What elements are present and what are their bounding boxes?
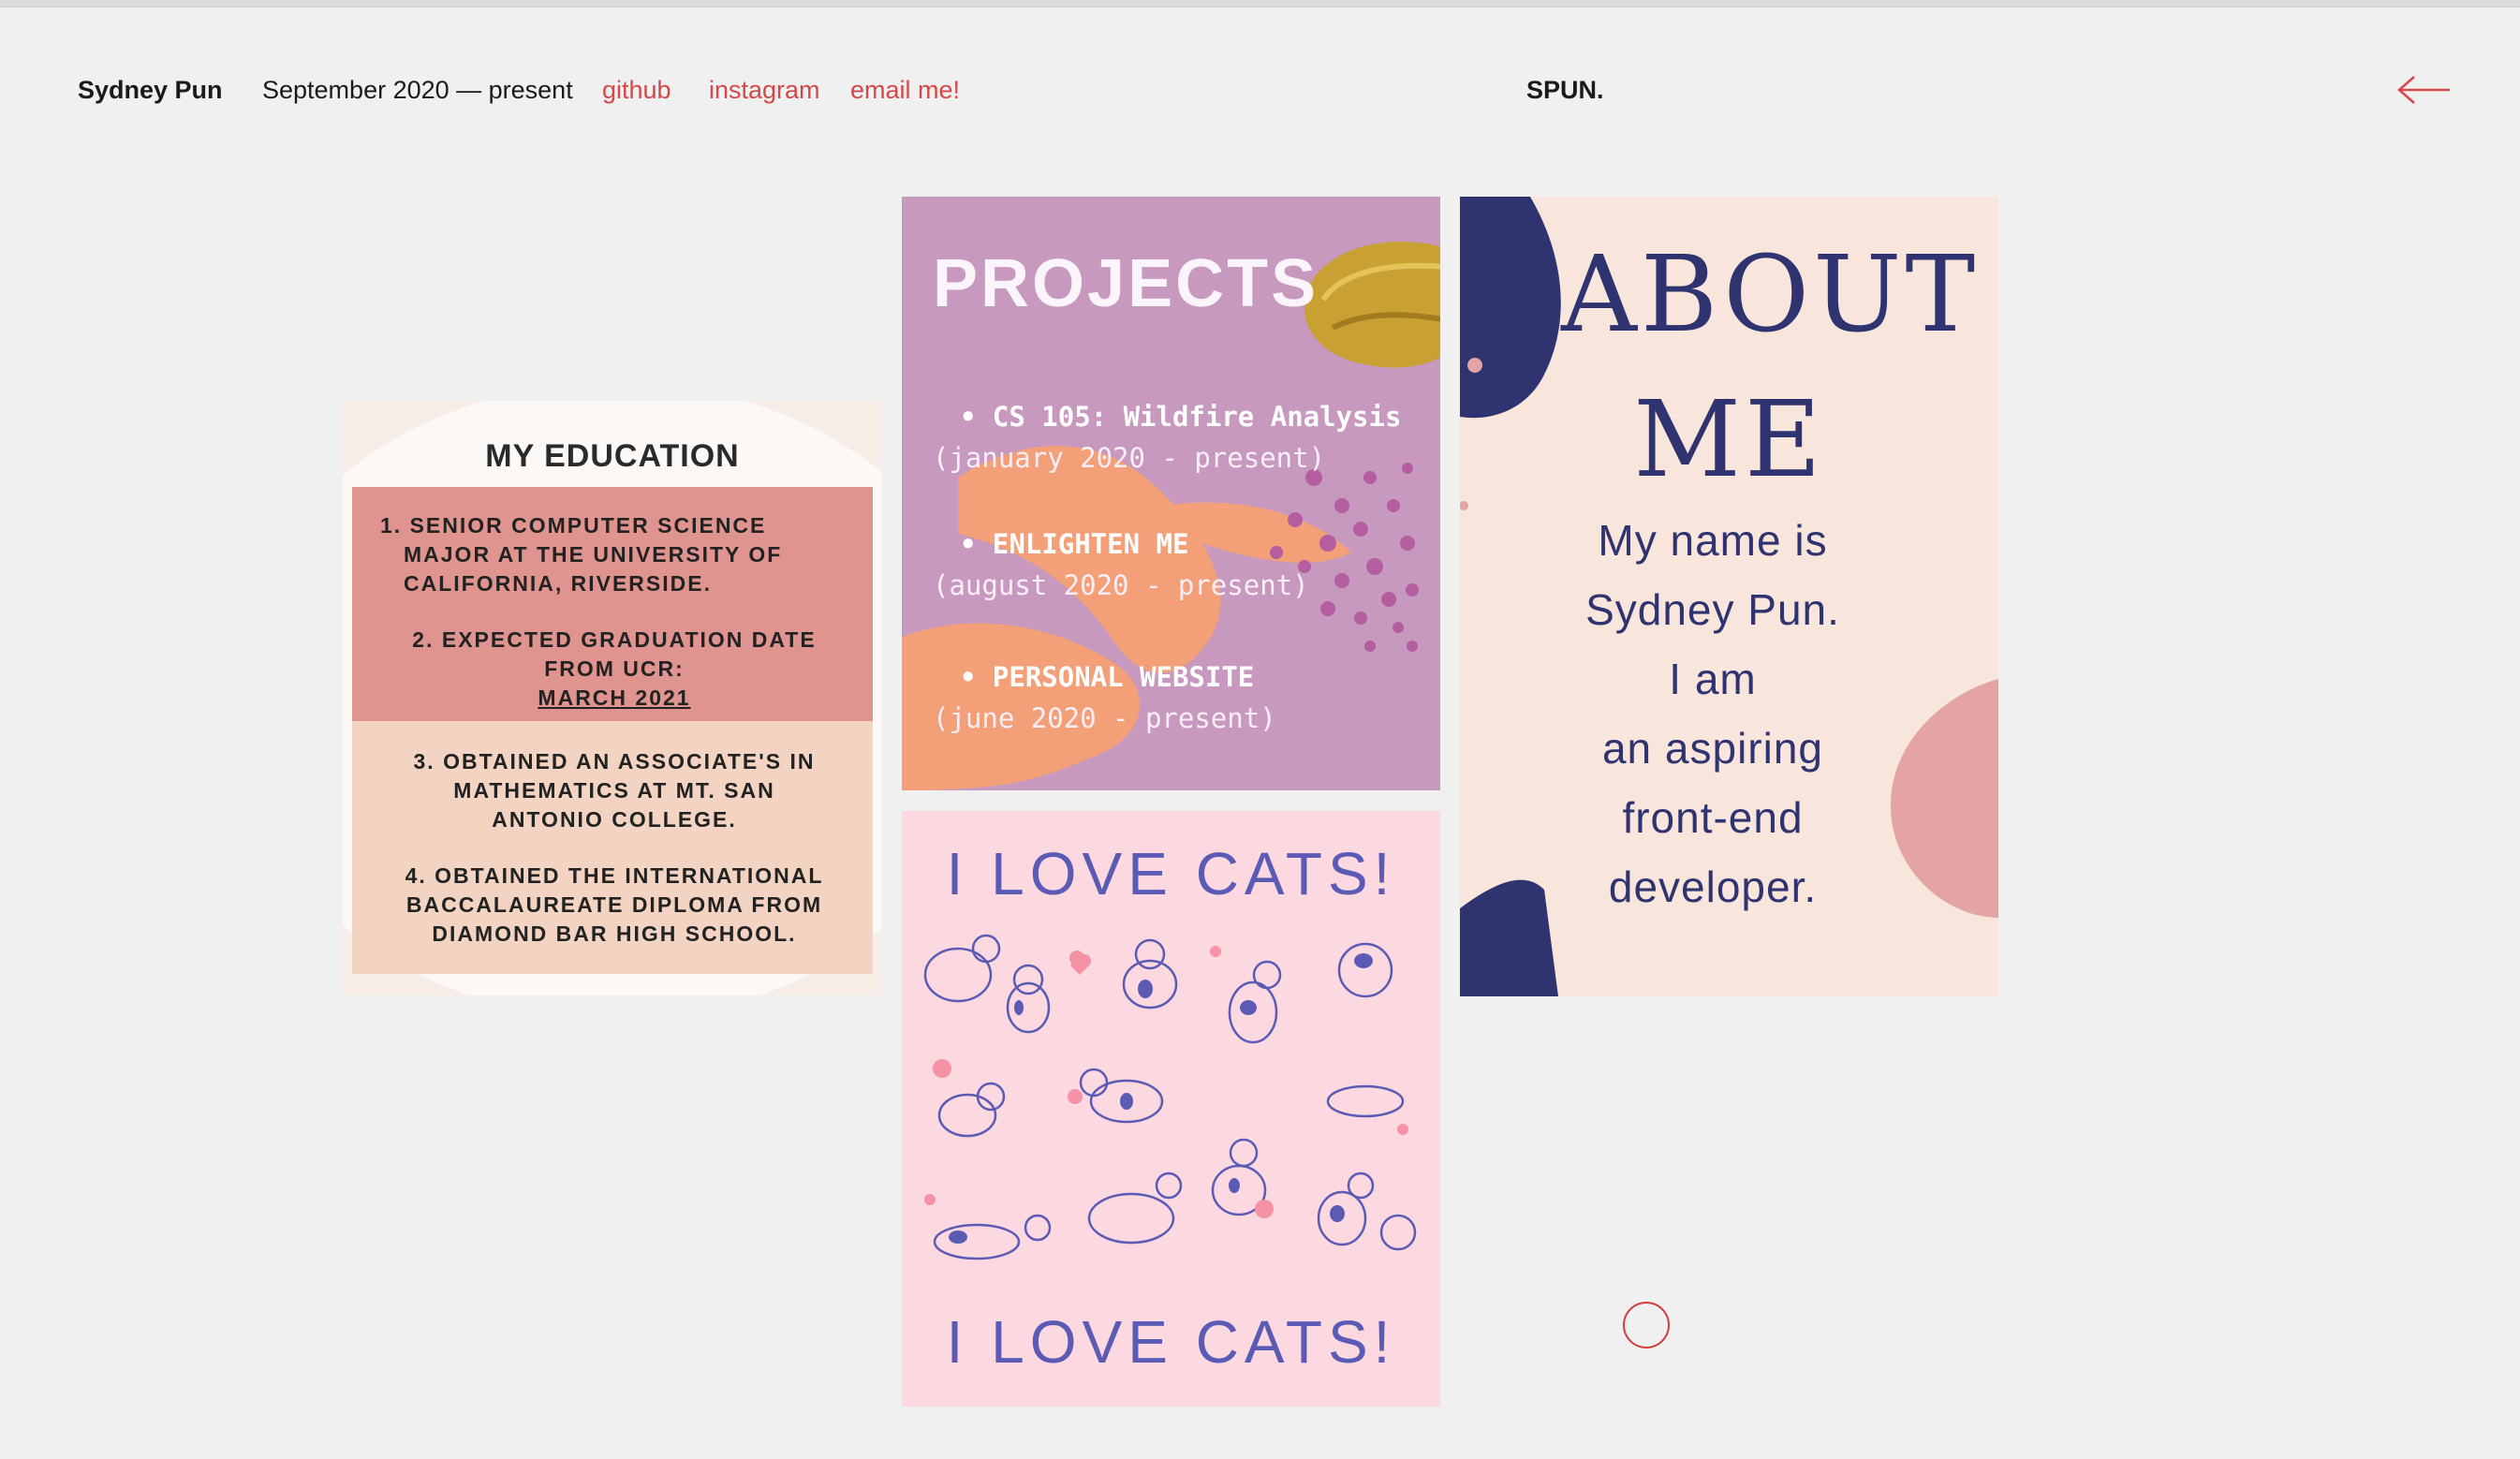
project-name-3: • PERSONAL WEBSITE <box>960 661 1255 693</box>
education-item-line: 2. EXPECTED GRADUATION DATE <box>412 627 817 652</box>
bio-line: I am <box>1669 655 1757 703</box>
education-title: MY EDUCATION <box>485 438 740 474</box>
site-owner-name: Sydney Pun <box>78 76 223 104</box>
education-item-3: 3. OBTAINED AN ASSOCIATE'S IN MATHEMATIC… <box>380 747 848 834</box>
education-card[interactable]: MY EDUCATION 1. SENIOR COMPUTER SCIENCE … <box>343 401 882 995</box>
bio-line: My name is <box>1598 516 1828 565</box>
brand-logo[interactable]: SPUN. <box>1526 73 1604 107</box>
education-item-line: 4. OBTAINED THE INTERNATIONAL <box>405 863 824 888</box>
cats-card[interactable]: I LOVE CATS! I LOVE CATS! <box>902 811 1440 1407</box>
bio-line: developer. <box>1608 862 1818 911</box>
date-range: September 2020 — present <box>262 76 573 104</box>
bio-line: an aspiring <box>1601 724 1824 773</box>
email-link[interactable]: email me! <box>850 73 960 107</box>
bio-line: front-end <box>1622 793 1804 842</box>
arrow-left-icon[interactable] <box>2397 73 2452 107</box>
projects-title: PROJECTS <box>933 246 1319 321</box>
about-title-line2: ME <box>1633 379 1825 501</box>
project-dates-1: (january 2020 - present) <box>933 442 1326 474</box>
cats-heading-bottom: I LOVE CATS! <box>946 1308 1396 1376</box>
education-item-4: 4. OBTAINED THE INTERNATIONAL BACCALAURE… <box>380 862 848 949</box>
education-item-2: 2. EXPECTED GRADUATION DATE FROM UCR: MA… <box>380 626 848 713</box>
project-dates-2: (august 2020 - present) <box>933 569 1309 601</box>
project-name-1: • CS 105: Wildfire Analysis <box>960 401 1402 433</box>
cats-heading-top: I LOVE CATS! <box>946 840 1396 907</box>
education-item-line: CALIFORNIA, RIVERSIDE. <box>404 571 712 596</box>
education-item-line: BACCALAUREATE DIPLOMA FROM <box>405 892 823 917</box>
about-title-line1: ABOUT <box>1561 234 1980 356</box>
bio-line: Sydney Pun. <box>1585 585 1840 634</box>
cursor-circle <box>1623 1302 1670 1348</box>
education-item-line: MATHEMATICS AT MT. SAN <box>453 778 775 803</box>
education-item-line: DIAMOND BAR HIGH SCHOOL. <box>432 921 797 946</box>
education-item-1: 1. SENIOR COMPUTER SCIENCE MAJOR AT THE … <box>380 511 848 598</box>
education-item-line: 1. SENIOR COMPUTER SCIENCE <box>380 513 767 538</box>
cats-illustration <box>923 934 1417 1260</box>
about-bio: My name is Sydney Pun. I am an aspiring … <box>1549 506 1877 921</box>
top-border <box>0 0 2520 7</box>
about-card[interactable]: ABOUT ME My name is Sydney Pun. I am an … <box>1460 197 1998 996</box>
instagram-link[interactable]: instagram <box>709 73 820 107</box>
project-name-2: • ENLIGHTEN ME <box>960 528 1189 560</box>
education-item-line: FROM UCR: <box>544 656 685 681</box>
projects-card[interactable]: PROJECTS • CS 105: Wildfire Analysis (ja… <box>902 197 1440 790</box>
education-item-line: ANTONIO COLLEGE. <box>492 807 737 832</box>
github-link[interactable]: github <box>602 73 671 107</box>
education-item-line: MARCH 2021 <box>538 685 691 710</box>
education-item-line: 3. OBTAINED AN ASSOCIATE'S IN <box>413 749 816 774</box>
project-dates-3: (june 2020 - present) <box>933 702 1276 734</box>
education-item-line: MAJOR AT THE UNIVERSITY OF <box>404 542 783 567</box>
